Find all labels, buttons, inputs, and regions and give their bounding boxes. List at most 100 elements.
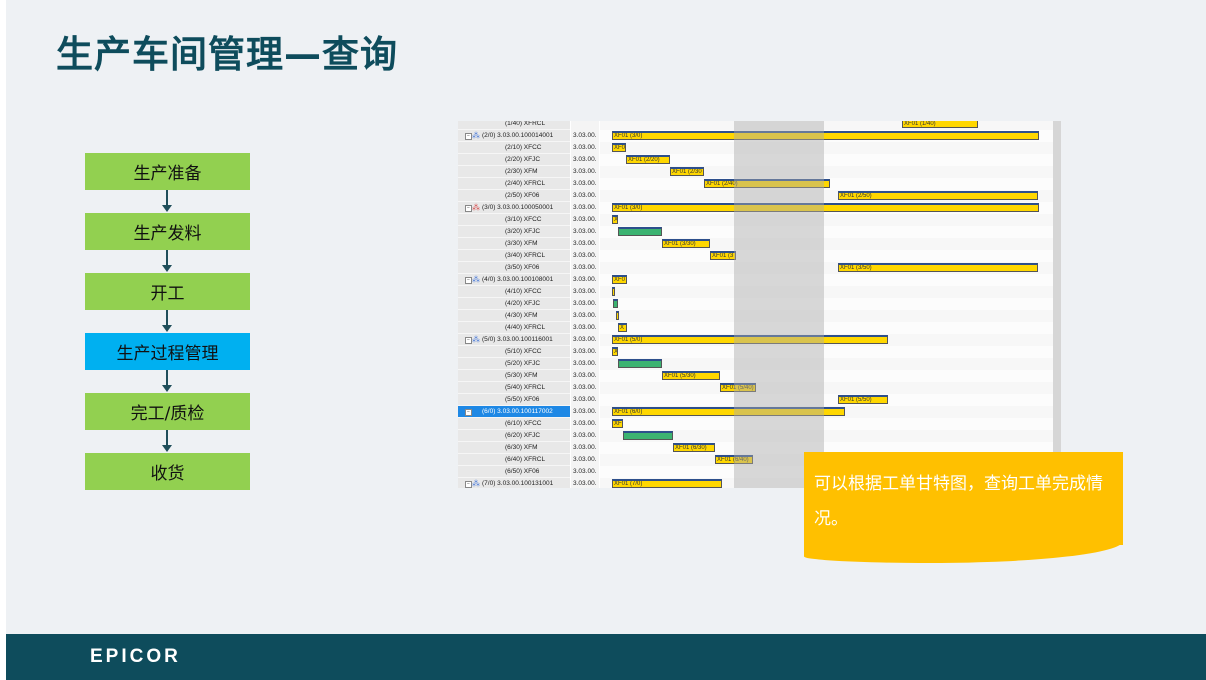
collapse-toggle-icon[interactable]: − bbox=[465, 337, 472, 344]
collapse-toggle-icon[interactable]: − bbox=[465, 481, 472, 488]
flow-step-prepare: 生产准备 bbox=[85, 153, 250, 190]
gantt-row-part-cell: 3.03.00. bbox=[571, 190, 599, 202]
gantt-row-part-cell: 3.03.00. bbox=[571, 382, 599, 394]
gantt-row-label: (1/40) XFRCL bbox=[505, 121, 546, 127]
gantt-row-part-cell: 3.03.00. bbox=[571, 214, 599, 226]
gantt-row-timeline bbox=[600, 430, 1053, 442]
gantt-bar[interactable]: XF bbox=[612, 419, 623, 428]
gantt-row-label-cell: (2/30) XFM bbox=[458, 166, 570, 178]
gantt-row-label-cell: (5/30) XFM bbox=[458, 370, 570, 382]
gantt-row-label: (5/0) 3.03.00.100116001 bbox=[482, 336, 553, 343]
gantt-bar[interactable] bbox=[623, 431, 673, 440]
gantt-row-label: (4/10) XFCC bbox=[505, 288, 542, 295]
gantt-row-part-cell: 3.03.00. bbox=[571, 154, 599, 166]
gantt-row-label-cell: − ⁂ (3/0) 3.03.00.100050001 bbox=[458, 202, 570, 214]
gantt-row-label-cell: (3/30) XFM bbox=[458, 238, 570, 250]
gantt-row-label-cell: (1/40) XFRCL bbox=[458, 121, 570, 130]
collapse-toggle-icon[interactable]: − bbox=[465, 277, 472, 284]
gantt-row-timeline: XF0 bbox=[600, 142, 1053, 154]
gantt-row-label: (3/10) XFCC bbox=[505, 216, 542, 223]
gantt-row-label: (2/20) XFJC bbox=[505, 156, 541, 163]
gantt-bar[interactable]: XF01 (2/50) bbox=[838, 191, 1038, 200]
collapse-toggle-icon[interactable]: − bbox=[465, 205, 472, 212]
gantt-bar[interactable]: XF01 (3 bbox=[710, 251, 736, 260]
flow-step-issue-material: 生产发料 bbox=[85, 213, 250, 250]
gantt-bar[interactable]: XF01 (3/30) bbox=[662, 239, 710, 248]
gantt-row-part-cell: 3.03.00. bbox=[571, 370, 599, 382]
gantt-row-label-cell: (5/40) XFRCL bbox=[458, 382, 570, 394]
job-assembly-icon: ⁂ bbox=[472, 335, 480, 344]
gantt-row-part-cell: 3.03.00. bbox=[571, 274, 599, 286]
callout-note: 可以根据工单甘特图，查询工单完成情况。 bbox=[804, 452, 1123, 563]
gantt-bar[interactable]: X bbox=[618, 323, 627, 332]
gantt-row-part-cell: 3.03.00. bbox=[571, 298, 599, 310]
gantt-row-timeline: XF01 (5/30) bbox=[600, 370, 1053, 382]
gantt-row-part-cell: 3.03.00. bbox=[571, 250, 599, 262]
gantt-bar[interactable]: XF01 (2/30 bbox=[670, 167, 704, 176]
gantt-bar[interactable] bbox=[618, 227, 662, 236]
gantt-row-label-cell: (2/20) XFJC bbox=[458, 154, 570, 166]
gantt-row-label: (2/10) XFCC bbox=[505, 144, 542, 151]
gantt-row-label: (5/10) XFCC bbox=[505, 348, 542, 355]
gantt-bar[interactable]: XF01 (3/50) bbox=[838, 263, 1038, 272]
collapse-toggle-icon[interactable]: − bbox=[465, 133, 472, 140]
gantt-row-timeline: XF01 (6/0) bbox=[600, 406, 1053, 418]
job-assembly-icon: ⁂ bbox=[472, 131, 480, 140]
gantt-row-part-cell: 3.03.00. bbox=[571, 358, 599, 370]
gantt-bar[interactable]: XF01 (5/30) bbox=[662, 371, 720, 380]
gantt-bar[interactable] bbox=[612, 287, 615, 296]
gantt-row-label: (6/50) XF06 bbox=[505, 468, 540, 475]
gantt-chart[interactable]: (1/40) XFRCL XF01 (1/40) − ⁂ (2/0) 3.03.00.1… bbox=[458, 121, 1061, 488]
gantt-row-label: (6/30) XFM bbox=[505, 444, 538, 451]
flow-step-receive: 收货 bbox=[85, 453, 250, 490]
gantt-row-timeline: XF01 (3/0) bbox=[600, 202, 1053, 214]
gantt-bar[interactable]: XF01 (1/40) bbox=[902, 121, 978, 128]
gantt-row-label: (3/20) XFJC bbox=[505, 228, 541, 235]
gantt-row-part-cell: 3.03.00. bbox=[571, 478, 599, 488]
gantt-row-label-cell: (5/50) XF06 bbox=[458, 394, 570, 406]
gantt-row-label-cell: (4/40) XFRCL bbox=[458, 322, 570, 334]
collapse-toggle-icon[interactable]: − bbox=[465, 409, 472, 416]
gantt-row-label: (5/40) XFRCL bbox=[505, 384, 546, 391]
gantt-row-label-cell: (3/40) XFRCL bbox=[458, 250, 570, 262]
gantt-bar[interactable]: XF0 bbox=[612, 143, 626, 152]
gantt-scrollbar[interactable] bbox=[1053, 121, 1061, 488]
gantt-bar[interactable]: XF01 (7/0) bbox=[612, 479, 722, 488]
gantt-row-part-cell: 3.03.00. bbox=[571, 442, 599, 454]
gantt-bar[interactable]: XF0 bbox=[612, 275, 627, 284]
gantt-row-label-cell: (2/40) XFRCL bbox=[458, 178, 570, 190]
gantt-row-label-cell: − ⁂ (5/0) 3.03.00.100116001 bbox=[458, 334, 570, 346]
gantt-bar[interactable] bbox=[616, 311, 619, 320]
gantt-row-label: (5/50) XF06 bbox=[505, 396, 540, 403]
gantt-row-label: (4/20) XFJC bbox=[505, 300, 541, 307]
gantt-row-timeline: X bbox=[600, 346, 1053, 358]
gantt-nonworking-shade bbox=[734, 121, 824, 488]
gantt-row-label-cell: (5/10) XFCC bbox=[458, 346, 570, 358]
gantt-row-timeline bbox=[600, 286, 1053, 298]
gantt-bar[interactable]: XF01 (6/30) bbox=[673, 443, 715, 452]
gantt-row-label: (5/20) XFJC bbox=[505, 360, 541, 367]
gantt-row-part-cell: 3.03.00. bbox=[571, 238, 599, 250]
flow-step-process-management: 生产过程管理 bbox=[85, 333, 250, 370]
gantt-row-part-cell: 3.03.00. bbox=[571, 202, 599, 214]
gantt-row-part-cell: 3.03.00. bbox=[571, 346, 599, 358]
gantt-row-label: (4/0) 3.03.00.100108001 bbox=[482, 276, 554, 283]
gantt-row-label: (2/0) 3.03.00.100014001 bbox=[482, 132, 554, 139]
gantt-bar[interactable]: XF01 (5/50) bbox=[838, 395, 888, 404]
gantt-row-label: (7/0) 3.03.00.100131001 bbox=[482, 480, 554, 487]
gantt-bar[interactable]: XF01 (3/0) bbox=[612, 203, 1039, 212]
gantt-row-part-cell bbox=[571, 121, 599, 130]
gantt-row-part-cell: 3.03.00. bbox=[571, 430, 599, 442]
gantt-bar[interactable]: X bbox=[612, 347, 618, 356]
gantt-bar[interactable] bbox=[613, 299, 618, 308]
gantt-bar[interactable]: X bbox=[612, 215, 618, 224]
gantt-row-timeline: XF01 (3 bbox=[600, 250, 1053, 262]
epicor-logo: EPICOR bbox=[90, 646, 181, 667]
gantt-bar[interactable]: XF01 (3/0) bbox=[612, 131, 1039, 140]
gantt-row-label: (3/50) XF06 bbox=[505, 264, 540, 271]
gantt-bar[interactable] bbox=[618, 359, 662, 368]
job-assembly-icon: ⁂ bbox=[472, 479, 480, 488]
gantt-bar[interactable]: XF01 (2/20) bbox=[626, 155, 670, 164]
gantt-row-label: (3/0) 3.03.00.100050001 bbox=[482, 204, 554, 211]
gantt-row-timeline: XF01 (5/40) bbox=[600, 382, 1053, 394]
